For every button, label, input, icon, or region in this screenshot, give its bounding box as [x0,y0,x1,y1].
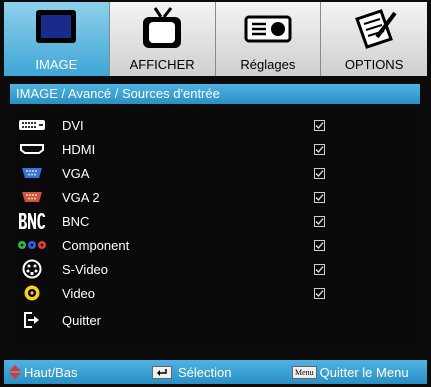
tab-image-label: IMAGE [35,57,78,72]
tab-options[interactable]: OPTIONS [321,2,427,76]
list-item-label: VGA [62,165,90,181]
checkbox-video[interactable] [314,287,325,299]
dvi-connector-icon [16,115,48,135]
menu-key-icon: Menu [292,365,317,379]
list-item-label: VGA 2 [62,189,100,205]
tab-afficher[interactable]: AFFICHER [109,2,216,76]
check-icon [315,289,324,297]
checkbox-vga2[interactable] [314,191,325,203]
tab-afficher-label: AFFICHER [129,57,195,72]
checkbox-vga[interactable] [314,167,325,179]
tab-bar: IMAGE AFFICHER Réglages OPTIONS [4,2,427,76]
osd-menu: IMAGE AFFICHER Réglages OPTIONS IMAGE / … [0,0,431,387]
list-item-hdmi[interactable]: HDMI [10,138,420,160]
component-rgb-icon [16,235,48,255]
check-icon [315,265,324,273]
footer-exit: Menu Quitter le Menu [292,360,409,384]
vga-connector-icon [16,163,48,183]
footer-nav-label: Haut/Bas [24,364,78,380]
list-item-label: HDMI [62,141,96,157]
up-down-arrow-icon [9,365,21,379]
projector-icon [244,6,292,50]
list-item-dvi[interactable]: DVI [10,114,420,136]
hdmi-connector-icon [16,139,48,159]
check-icon [315,121,324,129]
notepad-icon [350,6,398,50]
list-item-quitter[interactable]: Quitter [10,309,420,331]
list-item-video[interactable]: Video [10,282,420,304]
enter-key-icon [152,365,172,379]
footer-bar: Haut/Bas Sélection Menu Quitter le Menu [4,360,427,384]
list-item-label: S-Video [62,261,109,277]
tab-reglages[interactable]: Réglages [215,2,322,76]
list-item-label: BNC [62,213,90,229]
check-icon [315,193,324,201]
bnc-icon [16,211,48,231]
checkbox-dvi[interactable] [314,119,325,131]
footer-select: Sélection [152,360,231,384]
footer-select-label: Sélection [178,364,232,380]
source-list: DVI HDMI VGA VGA 2 BNC Component S-Video… [10,110,420,348]
checkbox-component[interactable] [314,239,325,251]
list-item-svideo[interactable]: S-Video [10,258,420,280]
vga2-connector-icon [16,187,48,207]
monitor-icon [32,6,80,50]
checkbox-svideo[interactable] [314,263,325,275]
tv-icon [138,6,186,50]
tab-reglages-label: Réglages [240,57,296,72]
tab-options-label: OPTIONS [344,57,404,72]
list-item-component[interactable]: Component [10,234,420,256]
list-item-vga2[interactable]: VGA 2 [10,186,420,208]
list-item-label: DVI [62,117,84,133]
list-item-bnc[interactable]: BNC [10,210,420,232]
list-item-label: Quitter [62,312,102,328]
footer-exit-label: Quitter le Menu [319,364,409,380]
svideo-connector-icon [16,259,48,279]
tab-image[interactable]: IMAGE [4,2,110,76]
list-item-label: Video [62,285,96,301]
breadcrumb: IMAGE / Avancé / Sources d'entrée [10,84,420,104]
list-item-label: Component [62,237,130,253]
check-icon [315,145,324,153]
checkbox-bnc[interactable] [314,215,325,227]
composite-video-icon [16,283,48,303]
checkbox-hdmi[interactable] [314,143,325,155]
check-icon [315,241,324,249]
list-item-vga[interactable]: VGA [10,162,420,184]
exit-icon [16,310,48,330]
footer-nav: Haut/Bas [8,360,77,384]
check-icon [315,217,324,225]
check-icon [315,169,324,177]
